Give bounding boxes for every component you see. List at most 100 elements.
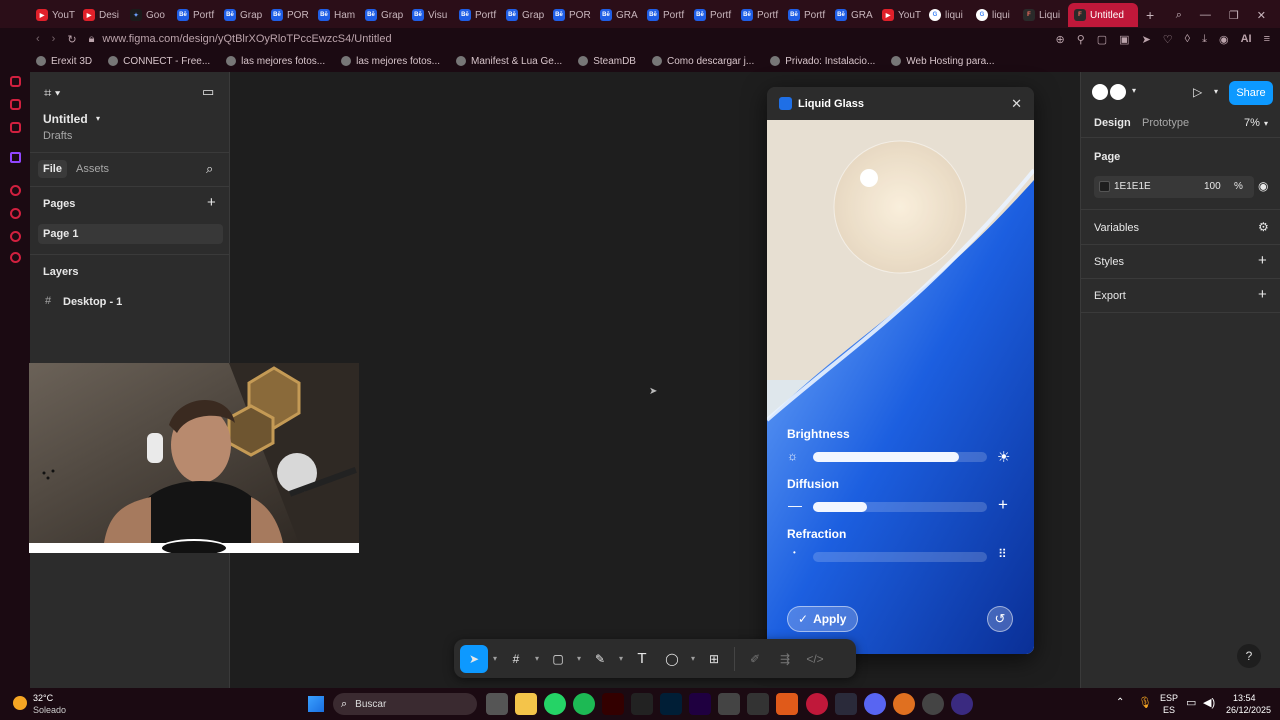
search-icon[interactable]: ⌕ xyxy=(206,161,213,177)
add-page-icon[interactable]: + xyxy=(207,194,216,211)
figma-menu-icon[interactable]: ⌗ ▾ xyxy=(44,85,60,101)
opera-gx-icon[interactable] xyxy=(806,693,828,715)
move-tool-button[interactable]: ➤ xyxy=(460,644,488,673)
app-icon[interactable] xyxy=(835,693,857,715)
tab-0[interactable]: ▶ YouT xyxy=(30,3,77,27)
add-style-icon[interactable]: + xyxy=(1258,252,1267,269)
bookmark-item[interactable]: CONNECT - Free... xyxy=(108,56,210,67)
heart-icon[interactable]: ♡ xyxy=(1163,33,1173,46)
color-swatch[interactable] xyxy=(1099,181,1110,192)
office-icon[interactable] xyxy=(776,693,798,715)
toggle-panel-icon[interactable]: ▭ xyxy=(202,84,214,100)
user-icon[interactable]: ◉ xyxy=(1219,33,1229,46)
shield-icon[interactable]: ◊ xyxy=(1185,33,1190,46)
windows-start-icon[interactable] xyxy=(308,696,324,712)
tab-17[interactable]: Bē GRA xyxy=(829,3,876,27)
bookmark-item[interactable]: las mejores fotos... xyxy=(226,56,325,67)
chevron-down-icon[interactable]: ▾ xyxy=(688,654,698,663)
tab-13[interactable]: Bē Portf xyxy=(641,3,688,27)
tab-9[interactable]: Bē Portf xyxy=(453,3,500,27)
clock-time[interactable]: 13:54 xyxy=(1233,693,1256,703)
volume-icon[interactable]: ◀) xyxy=(1203,696,1215,709)
language-top[interactable]: ESP xyxy=(1160,693,1178,703)
pen-tool-button[interactable]: ✎ xyxy=(586,645,614,673)
tab-16[interactable]: Bē Portf xyxy=(782,3,829,27)
variables-heading[interactable]: Variables xyxy=(1094,222,1139,234)
minimize-icon[interactable]: — xyxy=(1200,9,1211,22)
zoom-level[interactable]: 7% xyxy=(1244,117,1260,129)
tab-15[interactable]: Bē Portf xyxy=(735,3,782,27)
chevron-down-icon[interactable]: ▾ xyxy=(1264,119,1268,128)
chevron-down-icon[interactable]: ▾ xyxy=(1214,87,1218,96)
share-button[interactable]: Share xyxy=(1229,81,1273,105)
chevron-down-icon[interactable]: ▾ xyxy=(1132,86,1136,95)
diffusion-slider[interactable] xyxy=(813,502,987,512)
close-window-icon[interactable]: ✕ xyxy=(1257,9,1266,22)
help-button[interactable]: ? xyxy=(1237,644,1261,668)
bookmark-item[interactable]: Erexit 3D xyxy=(36,56,92,67)
dev-mode-button[interactable]: </> xyxy=(801,645,829,673)
chevron-down-icon[interactable]: ▾ xyxy=(616,654,626,663)
chevron-down-icon[interactable]: ▾ xyxy=(532,654,542,663)
chevron-down-icon[interactable]: ▾ xyxy=(490,654,500,663)
extensions-icon[interactable] xyxy=(10,231,21,242)
tab-design[interactable]: Design xyxy=(1094,117,1131,129)
weather-desc[interactable]: Soleado xyxy=(33,705,66,715)
present-icon[interactable]: ▷ xyxy=(1193,85,1202,99)
tab-file[interactable]: File xyxy=(38,160,67,178)
network-icon[interactable]: ▭ xyxy=(1186,696,1196,709)
tab-assets[interactable]: Assets xyxy=(76,163,109,175)
add-export-icon[interactable]: + xyxy=(1258,286,1267,303)
wallet-icon[interactable]: ▣ xyxy=(1119,33,1129,46)
maximize-icon[interactable]: ❐ xyxy=(1229,9,1239,22)
close-icon[interactable]: ✕ xyxy=(1011,96,1022,112)
refraction-slider[interactable] xyxy=(813,552,987,562)
language-bottom[interactable]: ES xyxy=(1163,705,1175,715)
tab-6[interactable]: Bē Ham xyxy=(312,3,359,27)
tab-active[interactable]: F Untitled xyxy=(1068,3,1138,27)
illustrator-icon[interactable] xyxy=(602,693,624,715)
settings-icon[interactable] xyxy=(10,252,21,263)
history-icon[interactable] xyxy=(10,208,21,219)
bookmark-item[interactable]: las mejores fotos... xyxy=(341,56,440,67)
new-tab-icon[interactable]: + xyxy=(1146,7,1154,23)
blender-app-icon[interactable] xyxy=(893,693,915,715)
obs-icon[interactable] xyxy=(922,693,944,715)
tab-4[interactable]: Bē Grap xyxy=(218,3,265,27)
tab-18[interactable]: ▶ YouT xyxy=(876,3,923,27)
actions-button[interactable]: ⊞ xyxy=(700,645,728,673)
zoom-icon[interactable]: ⊕ xyxy=(1055,33,1064,46)
export-heading[interactable]: Export xyxy=(1094,290,1126,302)
menu-icon[interactable]: ≡ xyxy=(1264,33,1270,46)
tab-20[interactable]: Gliqui xyxy=(970,3,1017,27)
layer-item[interactable]: Desktop - 1 xyxy=(63,296,122,308)
page-color-value[interactable]: 1E1E1E xyxy=(1114,181,1151,192)
whatsapp-icon[interactable] xyxy=(10,99,21,110)
bookmark-item[interactable]: Como descargar j... xyxy=(651,56,754,67)
after-effects-icon[interactable] xyxy=(689,693,711,715)
design-mode-button[interactable]: ⇶ xyxy=(771,645,799,673)
shape-tool-button[interactable]: ▢ xyxy=(544,645,572,673)
messenger-icon[interactable] xyxy=(10,76,21,87)
whatsapp-icon[interactable] xyxy=(544,693,566,715)
chevron-down-icon[interactable]: ▾ xyxy=(574,654,584,663)
tab-11[interactable]: Bē POR xyxy=(547,3,594,27)
reload-icon[interactable]: ↻ xyxy=(67,33,76,46)
back-icon[interactable]: ‹ xyxy=(36,33,40,45)
weather-icon[interactable] xyxy=(13,696,27,710)
bookmark-item[interactable]: SteamDB xyxy=(578,56,636,67)
text-tool-button[interactable]: T xyxy=(628,645,656,673)
tab-8[interactable]: Bē Visu xyxy=(406,3,453,27)
tab-19[interactable]: Gliqui xyxy=(923,3,970,27)
tab-1[interactable]: ▶ Desi xyxy=(77,3,124,27)
blender-icon[interactable] xyxy=(747,693,769,715)
spotify-icon[interactable] xyxy=(573,693,595,715)
page-color-field[interactable]: 1E1E1E 100 % xyxy=(1094,176,1254,198)
file-name[interactable]: Untitled xyxy=(43,112,88,126)
ai-icon[interactable]: AI xyxy=(1241,33,1252,46)
tray-chevron-icon[interactable]: ⌃ xyxy=(1116,697,1124,708)
download-icon[interactable]: ⤓ xyxy=(1202,33,1207,46)
url-text[interactable]: www.figma.com/design/yQtBlrXOyRloTPccEwz… xyxy=(102,33,391,45)
photoshop-icon[interactable] xyxy=(660,693,682,715)
tab-14[interactable]: Bē Portf xyxy=(688,3,735,27)
